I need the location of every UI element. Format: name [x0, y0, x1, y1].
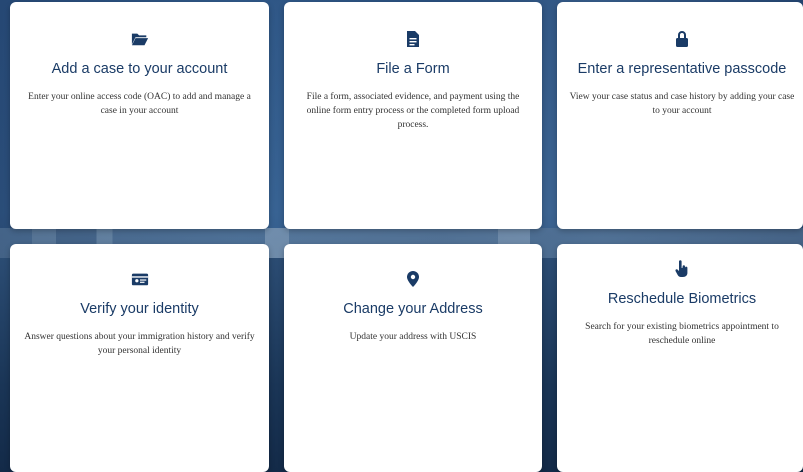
file-icon: [404, 30, 422, 48]
change-address-card[interactable]: Change your Address Update your address …: [284, 244, 542, 472]
reschedule-biometrics-card[interactable]: Reschedule Biometrics Search for your ex…: [557, 244, 803, 472]
add-case-card[interactable]: Add a case to your account Enter your on…: [10, 2, 269, 229]
card-description: View your case status and case history b…: [569, 92, 795, 116]
file-form-card[interactable]: File a Form File a form, associated evid…: [284, 2, 542, 229]
card-title: Reschedule Biometrics: [607, 291, 757, 307]
lock-icon: [673, 30, 691, 48]
card-title: File a Form: [376, 61, 450, 77]
card-description: Search for your existing biometrics appo…: [585, 322, 779, 346]
card-description: Answer questions about your immigration …: [24, 332, 255, 356]
hand-pointer-icon: [673, 260, 691, 278]
card-title: Add a case to your account: [51, 61, 228, 77]
card-description: Enter your online access code (OAC) to a…: [28, 92, 251, 116]
folder-open-icon: [131, 30, 149, 48]
id-card-icon: [131, 270, 149, 288]
map-marker-icon: [404, 270, 422, 288]
card-title: Enter a representative passcode: [577, 61, 787, 77]
card-description: Update your address with USCIS: [349, 332, 477, 342]
representative-passcode-card[interactable]: Enter a representative passcode View you…: [557, 2, 803, 229]
card-title: Change your Address: [343, 301, 483, 317]
card-title: Verify your identity: [80, 301, 199, 317]
verify-identity-card[interactable]: Verify your identity Answer questions ab…: [10, 244, 269, 472]
card-description: File a form, associated evidence, and pa…: [306, 92, 520, 130]
